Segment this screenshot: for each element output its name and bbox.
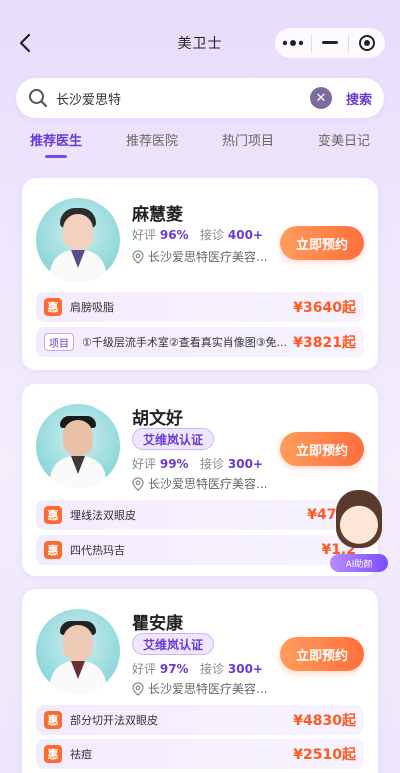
project-badge: 项目 bbox=[44, 333, 74, 351]
doctor-card[interactable]: 瞿安康 艾维岚认证 好评 97% 接诊 300+ 长沙爱思特医疗美容... 立即… bbox=[22, 589, 378, 773]
book-now-button[interactable]: 立即预约 bbox=[280, 432, 364, 466]
service-row[interactable]: 惠 埋线法双眼皮 ¥4790 bbox=[36, 500, 364, 530]
target-icon bbox=[359, 35, 375, 51]
doctor-name: 麻慧菱 bbox=[132, 205, 183, 225]
close-capsule-button[interactable] bbox=[349, 28, 385, 58]
ai-avatar bbox=[336, 490, 382, 548]
clear-search-button[interactable]: ✕ bbox=[309, 87, 332, 109]
doctor-card[interactable]: 麻慧菱 好评 96% 接诊 400+ 长沙爱思特医疗美容... 立即预约 惠 肩… bbox=[22, 178, 378, 370]
certification-badge: 艾维岚认证 bbox=[132, 633, 215, 655]
certification-badge: 艾维岚认证 bbox=[132, 428, 215, 450]
doctor-name: 瞿安康 bbox=[132, 614, 183, 634]
search-input[interactable]: 长沙爱思特 bbox=[56, 89, 310, 108]
doctor-name: 胡文好 bbox=[132, 409, 183, 429]
discount-badge: 惠 bbox=[44, 506, 62, 524]
service-row[interactable]: 项目 ①千级层流手术室②查看真实肖像图③免... ¥3821起 bbox=[36, 327, 364, 357]
tab-beauty-diary[interactable]: 变美日记 bbox=[318, 126, 370, 156]
chevron-left-icon bbox=[19, 33, 31, 53]
discount-badge: 惠 bbox=[44, 298, 62, 316]
doctor-avatar bbox=[36, 609, 120, 693]
mini-program-capsule bbox=[274, 27, 386, 59]
service-name: 肩膀吸脂 bbox=[70, 301, 114, 314]
ai-assistant-button[interactable]: AI助颜 bbox=[328, 484, 390, 576]
doctor-stats: 好评 96% 接诊 400+ bbox=[132, 228, 263, 242]
page-title: 美卫士 bbox=[177, 36, 223, 52]
service-name: 四代热玛吉 bbox=[70, 544, 125, 557]
service-name: 部分切开法双眼皮 bbox=[70, 714, 158, 727]
service-name: 祛痘 bbox=[70, 748, 92, 761]
doctor-card[interactable]: 胡文好 艾维岚认证 好评 99% 接诊 300+ 长沙爱思特医疗美容... 立即… bbox=[22, 384, 378, 576]
service-row[interactable]: 惠 祛痘 ¥2510起 bbox=[36, 739, 364, 769]
service-row[interactable]: 惠 肩膀吸脂 ¥3640起 bbox=[36, 292, 364, 322]
book-now-button[interactable]: 立即预约 bbox=[280, 637, 364, 671]
tab-recommended-hospitals[interactable]: 推荐医院 bbox=[126, 126, 178, 156]
service-name: 埋线法双眼皮 bbox=[70, 509, 136, 522]
close-icon: ✕ bbox=[315, 90, 327, 106]
discount-badge: 惠 bbox=[44, 745, 62, 763]
service-price: ¥4830起 bbox=[293, 713, 356, 729]
location-pin-icon bbox=[132, 476, 144, 491]
search-icon bbox=[29, 89, 48, 108]
service-row[interactable]: 惠 四代热玛吉 ¥1.2 bbox=[36, 535, 364, 565]
service-price: ¥2510起 bbox=[293, 747, 356, 763]
book-now-button[interactable]: 立即预约 bbox=[280, 226, 364, 260]
doctor-stats: 好评 97% 接诊 300+ bbox=[132, 662, 263, 676]
category-tabs: 推荐医生 推荐医院 热门项目 变美日记 bbox=[0, 126, 400, 156]
service-price: ¥3640起 bbox=[293, 300, 356, 316]
discount-badge: 惠 bbox=[44, 711, 62, 729]
more-button[interactable] bbox=[275, 28, 311, 58]
doctor-hospital: 长沙爱思特医疗美容... bbox=[132, 248, 267, 265]
search-bar[interactable]: 长沙爱思特 ✕ 搜索 bbox=[16, 78, 384, 118]
location-pin-icon bbox=[132, 249, 144, 264]
service-row[interactable]: 惠 部分切开法双眼皮 ¥4830起 bbox=[36, 705, 364, 735]
doctor-avatar bbox=[36, 404, 120, 488]
service-name: ①千级层流手术室②查看真实肖像图③免... bbox=[82, 336, 288, 349]
doctor-hospital: 长沙爱思特医疗美容... bbox=[132, 475, 267, 492]
discount-badge: 惠 bbox=[44, 541, 62, 559]
minus-icon bbox=[322, 41, 338, 44]
nav-bar: 美卫士 bbox=[0, 22, 400, 64]
more-dots-icon bbox=[282, 40, 304, 46]
doctor-hospital: 长沙爱思特医疗美容... bbox=[132, 680, 267, 697]
minimize-button[interactable] bbox=[312, 28, 348, 58]
search-button[interactable]: 搜索 bbox=[346, 89, 372, 108]
doctor-avatar bbox=[36, 198, 120, 282]
tab-recommended-doctors[interactable]: 推荐医生 bbox=[30, 126, 82, 156]
tab-popular-projects[interactable]: 热门项目 bbox=[222, 126, 274, 156]
status-bar bbox=[0, 0, 400, 20]
doctor-stats: 好评 99% 接诊 300+ bbox=[132, 457, 263, 471]
location-pin-icon bbox=[132, 681, 144, 696]
back-button[interactable] bbox=[12, 30, 38, 56]
ai-assistant-label: AI助颜 bbox=[330, 554, 388, 572]
service-price: ¥3821起 bbox=[293, 335, 356, 351]
